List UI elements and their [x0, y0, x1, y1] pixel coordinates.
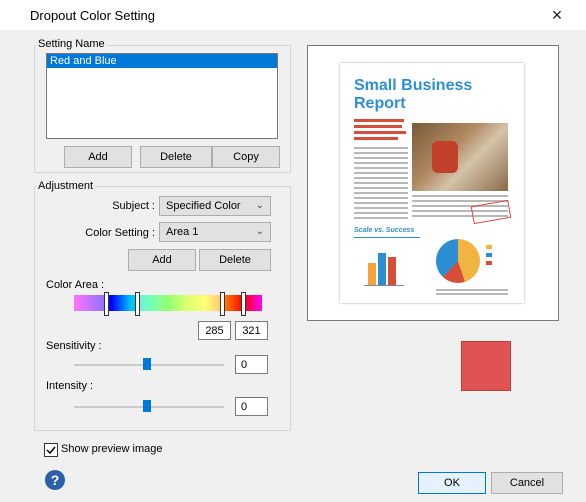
- setting-name-list[interactable]: Red and Blue: [46, 53, 278, 139]
- setting-name-item-selected[interactable]: Red and Blue: [47, 54, 277, 68]
- preview-bar: [368, 263, 376, 285]
- preview-pane: Small Business Report Scale vs. Success: [307, 45, 559, 321]
- delete-area-button[interactable]: Delete: [199, 249, 271, 271]
- cancel-button[interactable]: Cancel: [491, 472, 563, 494]
- sensitivity-slider-thumb[interactable]: [143, 358, 151, 370]
- preview-photo-figure: [432, 141, 458, 173]
- add-setting-button[interactable]: Add: [64, 146, 132, 168]
- window-title: Dropout Color Setting: [30, 8, 156, 23]
- hue-handle-1[interactable]: [104, 292, 109, 316]
- preview-legend-swatch: [486, 261, 492, 265]
- preview-divider: [354, 237, 420, 238]
- preview-bar: [388, 257, 396, 285]
- color-area-label: Color Area :: [46, 279, 105, 291]
- preview-legend-swatch: [486, 253, 492, 257]
- color-setting-dropdown[interactable]: Area 1 ⌄: [159, 222, 271, 242]
- preview-legend-swatch: [486, 245, 492, 249]
- sensitivity-input[interactable]: 0: [235, 355, 268, 374]
- help-icon[interactable]: ?: [45, 470, 65, 490]
- checkmark-icon: [46, 446, 56, 455]
- intensity-input[interactable]: 0: [235, 397, 268, 416]
- color-setting-label: Color Setting :: [85, 227, 155, 239]
- hue-handle-2[interactable]: [135, 292, 140, 316]
- preview-photo: [412, 123, 508, 191]
- color-setting-dropdown-value: Area 1: [166, 226, 199, 238]
- preview-headline-line2: Report: [354, 95, 406, 112]
- ok-button[interactable]: OK: [418, 472, 486, 494]
- subject-label: Subject :: [112, 200, 155, 212]
- intensity-label: Intensity :: [46, 380, 94, 392]
- subject-dropdown-value: Specified Color: [166, 200, 241, 212]
- chevron-down-icon: ⌄: [255, 200, 264, 211]
- preview-red-text: [354, 125, 402, 128]
- show-preview-label[interactable]: Show preview image: [61, 443, 163, 455]
- adjustment-group-label: Adjustment: [36, 180, 96, 192]
- show-preview-checkbox[interactable]: [44, 443, 58, 457]
- chevron-down-icon: ⌄: [255, 226, 264, 237]
- delete-setting-button[interactable]: Delete: [140, 146, 212, 168]
- preview-pie-chart: [436, 239, 480, 283]
- subject-dropdown[interactable]: Specified Color ⌄: [159, 196, 271, 216]
- preview-red-text: [354, 119, 404, 122]
- hue-range-shade-left: [74, 295, 106, 311]
- hue-handle-3[interactable]: [220, 292, 225, 316]
- hue-range-shade-middle: [137, 295, 221, 311]
- color-swatch: [461, 341, 511, 391]
- color-area-from-input[interactable]: 285: [198, 321, 231, 340]
- intensity-slider-thumb[interactable]: [143, 400, 151, 412]
- sensitivity-label: Sensitivity :: [46, 340, 102, 352]
- preview-footer-text: [436, 289, 508, 297]
- preview-subhead: Scale vs. Success: [354, 227, 415, 234]
- close-button[interactable]: ×: [545, 4, 569, 26]
- preview-bar: [378, 253, 386, 285]
- preview-red-text: [354, 131, 406, 134]
- color-area-to-input[interactable]: 321: [235, 321, 268, 340]
- preview-red-text: [354, 137, 398, 140]
- preview-headline-line1: Small Business: [354, 77, 473, 94]
- setting-name-group-label: Setting Name: [36, 38, 107, 50]
- add-area-button[interactable]: Add: [128, 249, 196, 271]
- copy-setting-button[interactable]: Copy: [212, 146, 280, 168]
- hue-handle-4[interactable]: [241, 292, 246, 316]
- preview-body-text: [354, 147, 408, 219]
- preview-chart-axis: [364, 285, 404, 286]
- preview-document: Small Business Report Scale vs. Success: [340, 63, 524, 303]
